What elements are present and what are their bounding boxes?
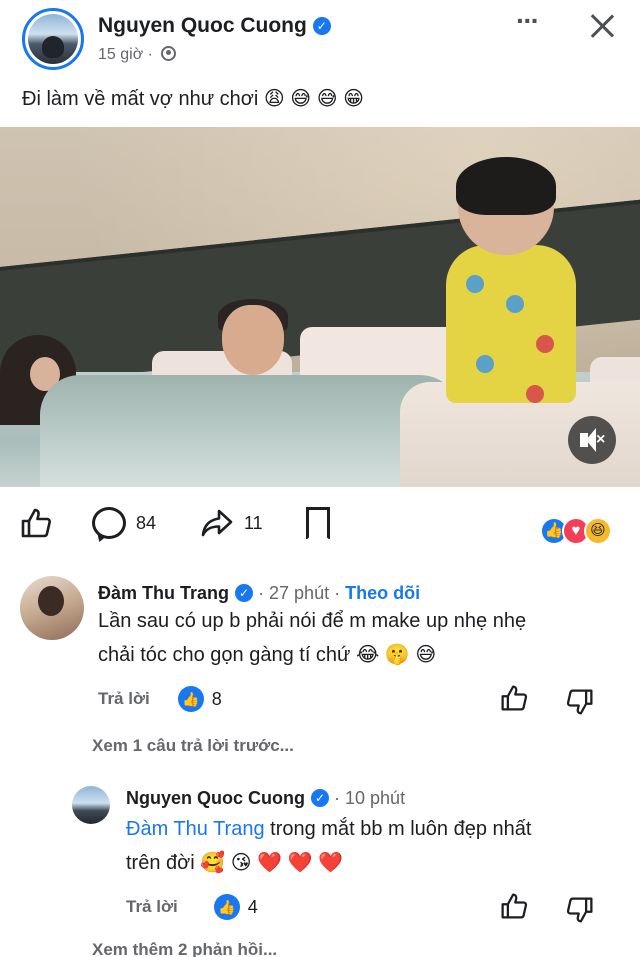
reply-text: Đàm Thu Trang trong mắt bb m luôn đẹp nh… [126, 812, 531, 880]
author-avatar[interactable] [22, 8, 84, 70]
comment-count: 84 [136, 512, 157, 533]
like-button[interactable] [20, 505, 52, 541]
thumbs-down-icon [566, 897, 593, 923]
comment-button[interactable]: 84 [92, 505, 156, 541]
reply-like-button[interactable] [500, 892, 528, 927]
comment-line: Lần sau có up b phải nói để m make up nh… [98, 610, 527, 632]
comment-line: chải tóc cho gọn gàng tí chứ 😂 🤫 😅 [98, 644, 437, 666]
post-video[interactable]: × [0, 127, 640, 487]
like-badge-icon: 👍 [213, 894, 240, 920]
verified-badge-icon: ✓ [312, 17, 331, 35]
share-button[interactable]: 11 [200, 505, 263, 541]
post-time[interactable]: 15 giờ [98, 46, 143, 63]
video-blanket [40, 375, 460, 487]
reaction-summary[interactable]: 👍 ♥ 😆 [540, 517, 612, 545]
follow-button[interactable]: Theo dõi [345, 583, 420, 603]
like-badge-icon: 👍 [177, 686, 204, 712]
globe-icon [161, 46, 177, 61]
thumbs-up-icon [501, 893, 528, 919]
view-previous-replies[interactable]: Xem 1 câu trả lời trước... [92, 736, 294, 756]
close-icon[interactable] [586, 10, 618, 42]
commenter-name[interactable]: Đàm Thu Trang [98, 583, 229, 603]
comment-icon [92, 507, 126, 539]
comment-header: Đàm Thu Trang ✓ · 27 phút · Theo dõi [98, 583, 420, 604]
verified-badge-icon: ✓ [235, 584, 254, 602]
thumbs-up-icon [21, 508, 51, 538]
verified-badge-icon: ✓ [311, 789, 329, 807]
share-count: 11 [244, 512, 263, 533]
comment-dislike-button[interactable] [566, 688, 594, 723]
post-caption: Đi làm về mất vợ như chơi 😩 😅 😅 😁 [22, 88, 364, 110]
reply-line-rest: trong mắt bb m luôn đẹp nhất [264, 818, 532, 840]
thumbs-down-icon [566, 689, 593, 715]
thumbs-up-icon [501, 685, 528, 711]
post-meta: 15 giờ · [98, 46, 177, 64]
reply-dislike-button[interactable] [566, 896, 594, 931]
comment-like-button[interactable] [500, 684, 528, 719]
reply-time: · 10 phút [334, 788, 406, 808]
bookmark-icon [306, 507, 330, 540]
replier-name[interactable]: Nguyen Quoc Cuong [126, 788, 305, 808]
mute-button[interactable]: × [568, 416, 616, 464]
view-more-replies[interactable]: Xem thêm 2 phản hồi... [92, 940, 277, 957]
meta-dot: · [147, 46, 153, 63]
comment-text: Lần sau có up b phải nói để m make up nh… [98, 604, 526, 672]
mention-link[interactable]: Đàm Thu Trang [126, 818, 265, 840]
share-icon [201, 509, 233, 537]
reply-footer: Trả lời 👍 4 [126, 894, 258, 920]
reply-line: trên đời 🥰 😘 ❤️ ❤️ ❤️ [126, 852, 343, 874]
comment-footer: Trả lời 👍 8 [98, 686, 222, 712]
comment-like-count: 8 [211, 688, 222, 709]
author-name[interactable]: Nguyen Quoc Cuong ✓ [98, 14, 331, 38]
author-name-text[interactable]: Nguyen Quoc Cuong [98, 14, 307, 37]
reply-button[interactable]: Trả lời [98, 689, 150, 709]
haha-reaction-icon: 😆 [584, 517, 612, 545]
reply-button[interactable]: Trả lời [126, 897, 178, 917]
commenter-avatar[interactable] [20, 576, 84, 640]
replier-avatar[interactable] [72, 786, 110, 824]
reply-header: Nguyen Quoc Cuong ✓ · 10 phút [126, 788, 405, 809]
video-person-head [222, 305, 284, 375]
speaker-icon [580, 428, 596, 452]
reply-like-count: 4 [247, 896, 258, 917]
video-child-body [446, 245, 576, 403]
post-header: Nguyen Quoc Cuong ✓ 15 giờ · ··· [0, 0, 640, 80]
save-button[interactable] [306, 505, 330, 541]
mute-x-icon: × [596, 431, 606, 448]
comment-time: · 27 phút · [258, 583, 341, 603]
reply-line: Đàm Thu Trang trong mắt bb m luôn đẹp nh… [126, 812, 531, 846]
video-child-hair [456, 157, 556, 215]
more-options-icon[interactable]: ··· [516, 7, 546, 35]
